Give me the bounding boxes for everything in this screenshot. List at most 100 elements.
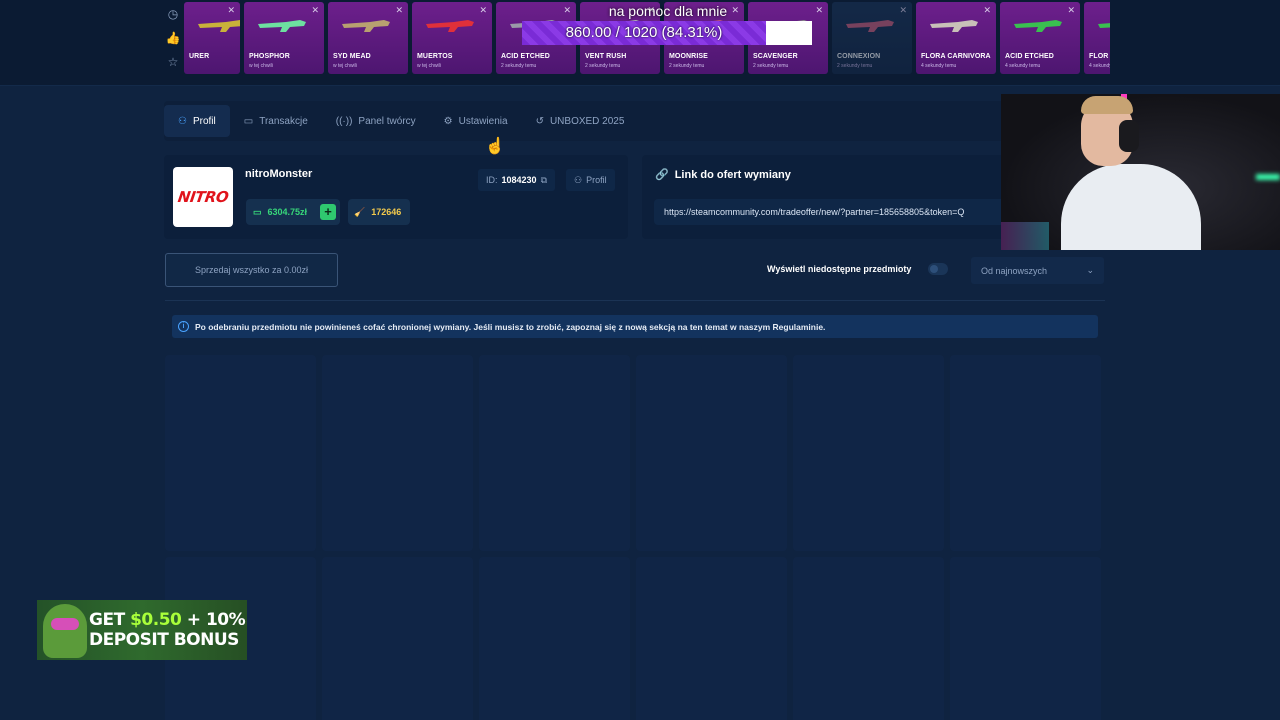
star-icon[interactable]: ☆ xyxy=(168,54,179,70)
live-drop-name: PHOSPHOR xyxy=(249,53,290,60)
ad-line-2: DEPOSIT BONUS xyxy=(89,630,239,650)
xp-pill: 🧹 172646 xyxy=(348,199,410,225)
close-icon[interactable]: ✕ xyxy=(479,5,487,16)
weapon-skin-icon xyxy=(198,20,240,32)
live-drop-name: SCAVENGER xyxy=(753,53,798,60)
user-id-box[interactable]: ID: 1084230 ⧉ xyxy=(478,169,555,191)
inventory-item-placeholder xyxy=(479,355,630,551)
live-drop-time: 4 sekundy temu xyxy=(1005,63,1041,69)
live-drop-name: MOONRISE xyxy=(669,53,708,60)
sell-all-button[interactable]: Sprzedaj wszystko za 0.00zł xyxy=(165,253,338,287)
tab-unboxed-2025[interactable]: ↺ UNBOXED 2025 xyxy=(522,105,639,137)
info-notice: i Po odebraniu przedmiotu nie powinieneś… xyxy=(172,315,1098,338)
thumbs-up-icon[interactable]: 👍 xyxy=(166,30,181,46)
tab-profil[interactable]: ⚇ Profil xyxy=(164,105,230,137)
live-drop-item[interactable]: ✕ SYD MEAD w tej chwili xyxy=(328,2,408,74)
live-drop-item[interactable]: ✕ PHOSPHOR w tej chwili xyxy=(244,2,324,74)
profile-card: NITRO nitroMonster ▭ 6304.75zł + 🧹 17264… xyxy=(164,155,628,239)
close-icon[interactable]: ✕ xyxy=(983,5,991,16)
live-drop-item[interactable]: ✕ URER xyxy=(184,2,240,74)
wallet-icon: ▭ xyxy=(253,206,262,217)
inventory-item-placeholder xyxy=(322,355,473,551)
live-drop-item[interactable]: ✕ ACID ETCHED 4 sekundy temu xyxy=(1000,2,1080,74)
inventory-item-placeholder xyxy=(950,355,1101,551)
tab-panel-twórcy[interactable]: ((·)) Panel twórcy xyxy=(322,105,430,137)
inventory-item-placeholder xyxy=(950,557,1101,720)
weapon-skin-icon xyxy=(930,20,978,32)
live-drop-time: 4 sekundy temu xyxy=(1089,63,1110,69)
clock-icon[interactable]: ◷ xyxy=(168,6,178,22)
inventory-item-placeholder xyxy=(165,355,316,551)
profile-tabs: ⚇ Profil ▭ Transakcje ((·)) Panel twórcy ⚙ Usta… xyxy=(164,101,1084,141)
weapon-skin-icon xyxy=(426,20,474,32)
live-drop-item[interactable]: ✕ MUERTOS w tej chwili xyxy=(412,2,492,74)
show-unavailable-toggle[interactable] xyxy=(928,263,948,275)
gear-icon: ⚙ xyxy=(443,115,453,127)
user-icon: ⚇ xyxy=(574,174,583,185)
inventory-item-placeholder xyxy=(322,557,473,720)
live-drop-name: CONNEXION xyxy=(837,53,881,60)
live-drop-time: 2 sekundy temu xyxy=(585,63,621,69)
live-drop-item[interactable]: ✕ CONNEXION 2 sekundy temu xyxy=(832,2,912,74)
user-id-value: 1084230 xyxy=(501,175,537,185)
weapon-skin-icon xyxy=(1098,23,1110,28)
mascot-image xyxy=(43,604,87,658)
live-drop-time: w tej chwili xyxy=(417,63,441,69)
tab-ustawienia[interactable]: ⚙ Ustawienia xyxy=(430,105,522,137)
close-icon[interactable]: ✕ xyxy=(227,5,235,16)
live-drop-time: 2 sekundy temu xyxy=(837,63,873,69)
close-icon[interactable]: ✕ xyxy=(899,5,907,16)
inventory-grid xyxy=(165,355,1105,720)
trade-link-title: 🔗 Link do ofert wymiany xyxy=(655,168,791,182)
user-icon: ⚇ xyxy=(178,115,187,127)
tab-label: Panel twórcy xyxy=(358,115,416,127)
add-funds-button[interactable]: + xyxy=(320,204,336,220)
weapon-skin-icon xyxy=(342,20,390,32)
weapon-skin-icon xyxy=(258,20,306,32)
live-drop-item[interactable]: ✕FLOR4 sekundy temu xyxy=(1084,2,1110,74)
donation-progress-text: 860.00 / 1020 (84.31%) xyxy=(565,24,723,41)
live-drop-name: ACID ETCHED xyxy=(501,53,550,60)
copy-icon[interactable]: ⧉ xyxy=(541,175,547,186)
close-icon[interactable]: ✕ xyxy=(1067,5,1075,16)
inventory-item-placeholder xyxy=(793,355,944,551)
deposit-bonus-ad[interactable]: GET $0.50 + 10% DEPOSIT BONUS xyxy=(37,600,247,660)
tab-label: UNBOXED 2025 xyxy=(549,115,625,127)
inventory-item-placeholder xyxy=(479,557,630,720)
live-drop-name: VENT RUSH xyxy=(585,53,627,60)
close-icon[interactable]: ✕ xyxy=(815,5,823,16)
divider xyxy=(165,300,1105,301)
live-drop-name: FLORA CARNIVORA xyxy=(921,53,991,60)
public-profile-button[interactable]: ⚇ Profil xyxy=(566,169,615,191)
live-drop-time: 2 sekundy temu xyxy=(669,63,705,69)
public-profile-label: Profil xyxy=(586,175,607,185)
live-drop-time: 2 sekundy temu xyxy=(501,63,537,69)
broadcast-icon: ((·)) xyxy=(335,115,353,127)
link-icon: 🔗 xyxy=(655,169,669,181)
inventory-item-placeholder xyxy=(636,355,787,551)
close-icon[interactable]: ✕ xyxy=(395,5,403,16)
live-drop-time: w tej chwili xyxy=(249,63,273,69)
tab-label: Ustawienia xyxy=(458,115,508,127)
avatar[interactable]: NITRO xyxy=(173,167,233,227)
tab-label: Profil xyxy=(192,115,216,127)
sort-select[interactable]: Od najnowszych ⌄ xyxy=(971,257,1104,284)
weapon-skin-icon xyxy=(846,20,894,32)
live-drop-time: w tej chwili xyxy=(333,63,357,69)
trade-link-heading: Link do ofert wymiany xyxy=(674,168,791,181)
show-unavailable-label: Wyświetl niedostępne przedmioty xyxy=(767,264,912,274)
sort-select-value: Od najnowszych xyxy=(981,265,1048,276)
live-drop-name: FLOR xyxy=(1089,53,1109,60)
close-icon[interactable]: ✕ xyxy=(311,5,319,16)
hand-cursor-icon: ☝ xyxy=(485,138,505,155)
nitro-logo: NITRO xyxy=(176,188,230,206)
tab-transakcje[interactable]: ▭ Transakcje xyxy=(230,105,322,137)
inventory-item-placeholder xyxy=(636,557,787,720)
live-drop-item[interactable]: ✕ FLORA CARNIVORA 4 sekundy temu xyxy=(916,2,996,74)
ad-line-1: GET $0.50 + 10% xyxy=(89,610,246,630)
wallet-icon: ▭ xyxy=(243,115,254,127)
weapon-skin-icon xyxy=(1014,20,1062,32)
broom-icon: 🧹 xyxy=(354,206,366,217)
live-drop-name: SYD MEAD xyxy=(333,53,371,60)
live-drop-name: ACID ETCHED xyxy=(1005,53,1054,60)
